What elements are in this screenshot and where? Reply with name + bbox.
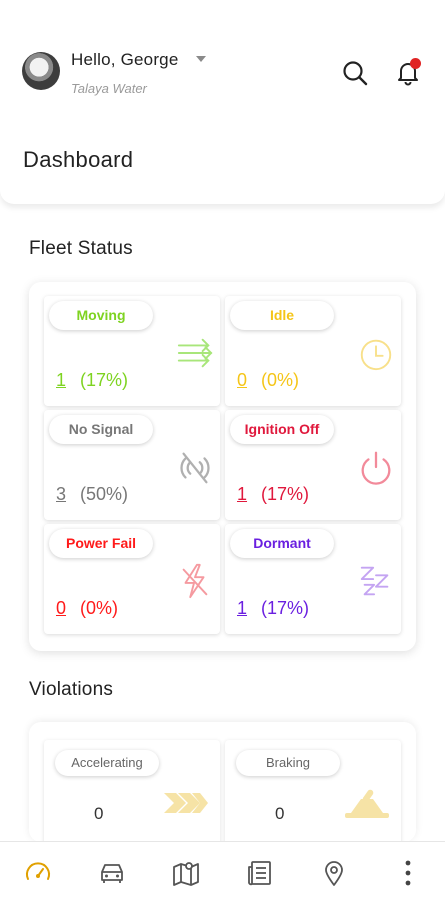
bottom-navigation: [0, 841, 445, 900]
fleet-tile-moving[interactable]: Moving 1 (17%): [44, 296, 220, 406]
chevron-down-icon[interactable]: [196, 56, 206, 62]
report-icon: [248, 861, 271, 886]
fleet-tile-count[interactable]: 0: [56, 598, 66, 619]
search-icon: [343, 61, 368, 86]
violation-tile-count: 0: [275, 804, 285, 823]
more-icon: [405, 860, 411, 886]
violation-tile-label: Accelerating: [55, 750, 159, 776]
fleet-tile-percent: (17%): [80, 370, 129, 390]
fleet-tile-label: Power Fail: [49, 529, 153, 558]
power-fail-icon: [182, 563, 208, 599]
fleet-tile-percent: (50%): [80, 484, 129, 504]
avatar[interactable]: [22, 52, 60, 90]
violation-tile-accelerating[interactable]: Accelerating 0: [44, 740, 220, 842]
violation-tile-label: Braking: [236, 750, 340, 776]
clock-icon: [360, 339, 392, 371]
violations-title: Violations: [29, 679, 114, 700]
fleet-tile-percent: (0%): [261, 370, 300, 390]
fleet-tile-label: Idle: [230, 301, 334, 330]
page-title: Dashboard: [23, 147, 134, 172]
fleet-tile-label: Dormant: [230, 529, 334, 558]
fleet-tile-percent: (0%): [80, 598, 119, 618]
speedometer-icon: [26, 862, 50, 880]
fleet-tile-label: No Signal: [49, 415, 153, 444]
fleet-tile-count[interactable]: 0: [237, 370, 247, 391]
fleet-status-title: Fleet Status: [29, 238, 133, 259]
nav-dashboard[interactable]: [24, 859, 52, 887]
power-icon: [361, 451, 391, 485]
fleet-tile-power-fail[interactable]: Power Fail 0 (0%): [44, 524, 220, 634]
violations-card: Accelerating 0 Braking 0: [29, 722, 416, 842]
fleet-tile-idle[interactable]: Idle 0 (0%): [225, 296, 401, 406]
nav-vehicles[interactable]: [98, 859, 126, 887]
violation-tile-count: 0: [94, 804, 104, 823]
fleet-tile-label: Moving: [49, 301, 153, 330]
fleet-tile-count[interactable]: 1: [237, 484, 247, 505]
violation-tile-braking[interactable]: Braking 0: [225, 740, 401, 842]
sleep-icon: [360, 566, 389, 596]
fleet-tile-percent: (17%): [261, 484, 310, 504]
no-signal-icon: [180, 452, 210, 484]
header: Hello, George Talaya Water Dashboard: [0, 0, 445, 204]
location-pin-icon: [325, 861, 343, 886]
fleet-status-card: Moving 1 (17%) Idle 0 (0%) No Signal 3 (…: [29, 282, 416, 651]
fleet-tile-count[interactable]: 1: [56, 370, 66, 391]
notifications-button[interactable]: [393, 57, 423, 87]
fleet-tile-count[interactable]: 1: [237, 598, 247, 619]
fleet-tile-label: Ignition Off: [230, 415, 334, 444]
accelerating-icon: [164, 793, 208, 813]
fleet-tile-percent: (17%): [261, 598, 310, 618]
nav-reports[interactable]: [246, 859, 274, 887]
map-icon: [173, 862, 199, 886]
fleet-tile-no-signal[interactable]: No Signal 3 (50%): [44, 410, 220, 520]
notification-badge: [410, 58, 421, 69]
nav-map[interactable]: [172, 859, 200, 887]
fleet-tile-dormant[interactable]: Dormant 1 (17%): [225, 524, 401, 634]
nav-more[interactable]: [394, 859, 422, 887]
greeting-text[interactable]: Hello, George: [71, 50, 179, 70]
nav-locations[interactable]: [320, 859, 348, 887]
company-name: Talaya Water: [71, 81, 147, 96]
braking-icon: [345, 789, 389, 818]
car-icon: [101, 864, 123, 883]
fleet-tile-ignition-off[interactable]: Ignition Off 1 (17%): [225, 410, 401, 520]
search-button[interactable]: [340, 58, 370, 88]
moving-arrows-icon: [177, 338, 213, 368]
fleet-tile-count[interactable]: 3: [56, 484, 66, 505]
